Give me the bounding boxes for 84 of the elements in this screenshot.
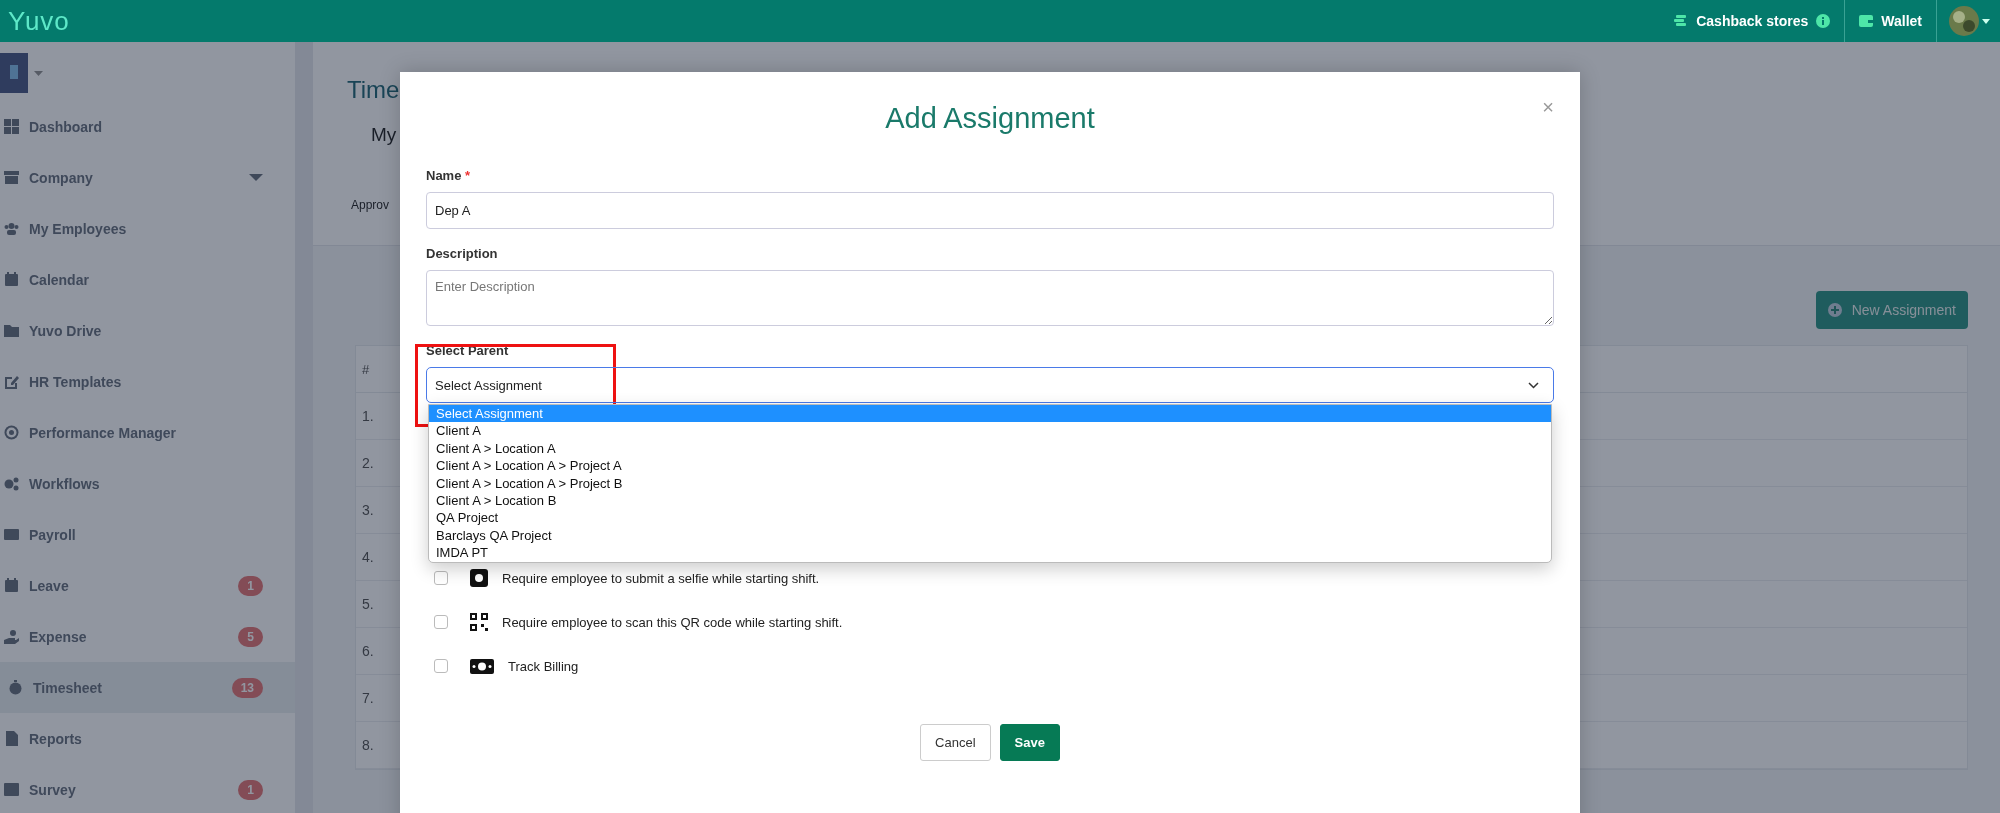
sidebar-item[interactable]: Leave 1: [0, 560, 295, 611]
avatar[interactable]: [1949, 6, 1979, 36]
caret-icon: [249, 174, 263, 181]
sidebar-item[interactable]: Company: [0, 152, 295, 203]
folder-icon: [4, 323, 19, 338]
parent-select[interactable]: Select Assignment: [426, 367, 1554, 403]
sidebar-item[interactable]: Payroll: [0, 509, 295, 560]
dropdown-option[interactable]: Client A > Location A > Project A: [429, 457, 1551, 475]
table-cell: 1.: [362, 408, 374, 424]
company-logo[interactable]: [0, 53, 28, 93]
wallet-icon: [1859, 15, 1874, 27]
target-icon: [4, 425, 19, 440]
sidebar-item[interactable]: Reports: [0, 713, 295, 764]
sidebar-item[interactable]: Timesheet 13: [0, 662, 295, 713]
nav-link[interactable]: Cashback stores: [1696, 13, 1809, 29]
dropdown-option[interactable]: Client A: [429, 422, 1551, 440]
hand-coin-icon: [4, 629, 19, 644]
sidebar-item[interactable]: Expense 5: [0, 611, 295, 662]
count-badge: 1: [238, 779, 263, 800]
qr-code-icon: [470, 613, 488, 631]
coins-icon: [1674, 14, 1689, 28]
stopwatch-icon: [8, 680, 23, 695]
dropdown-option[interactable]: Client A > Location A > Project B: [429, 474, 1551, 493]
people-icon: [4, 221, 19, 236]
camera-icon: [470, 569, 488, 587]
caret-icon[interactable]: [34, 70, 43, 76]
count-badge: 13: [231, 677, 263, 698]
card-icon: [4, 527, 19, 542]
save-button[interactable]: Save: [999, 724, 1060, 761]
count-badge: 1: [238, 575, 263, 596]
sidebar-item[interactable]: My Employees: [0, 203, 295, 254]
checkbox[interactable]: [434, 615, 448, 629]
tab[interactable]: My: [371, 124, 397, 146]
edit-icon: [4, 374, 19, 389]
modal-title: Add Assignment: [885, 101, 1095, 136]
description-field[interactable]: Enter Description: [426, 270, 1554, 326]
chevron-icon: [1528, 381, 1539, 389]
sidebar-item[interactable]: Survey 1: [0, 764, 295, 813]
caret-icon[interactable]: [1982, 18, 1990, 24]
calendar-icon: [4, 272, 19, 287]
field-label: Description: [426, 245, 499, 263]
checkbox-label: Require employee to submit a selfie while starting shift.: [502, 570, 820, 586]
page-title: Time: [347, 75, 400, 104]
dropdown-option[interactable]: Client A > Location B: [429, 492, 1551, 510]
table-cell: 2.: [362, 455, 374, 471]
archive-icon: [4, 170, 19, 185]
field-label: Select Parent: [426, 342, 510, 360]
dropdown-option[interactable]: IMDA PT: [429, 544, 1551, 562]
dropdown-option[interactable]: Barclays QA Project: [429, 526, 1551, 545]
nav-link[interactable]: Wallet: [1881, 13, 1922, 29]
cancel-button[interactable]: Cancel: [920, 724, 991, 761]
count-badge: 5: [238, 626, 263, 647]
banknote-icon: [470, 658, 494, 674]
table-cell: 3.: [362, 502, 374, 518]
grid-icon: [4, 119, 19, 134]
sidebar-item[interactable]: HR Templates: [0, 356, 295, 407]
dropdown-option[interactable]: Client A > Location A: [429, 439, 1551, 458]
checkbox[interactable]: [434, 659, 448, 673]
table-cell: 4.: [362, 549, 374, 565]
table-cell: 7.: [362, 690, 374, 706]
checkbox-label: Track Billing: [508, 658, 579, 674]
sidebar-item[interactable]: Workflows: [0, 458, 295, 509]
plus-icon: [1827, 303, 1842, 317]
tab[interactable]: Approv: [351, 198, 390, 212]
document-icon: [4, 731, 19, 746]
table-cell: 6.: [362, 643, 374, 659]
calendar-plus-icon: [4, 578, 19, 593]
new-assignment-button[interactable]: New Assignment: [1815, 291, 1968, 329]
checkbox-label: Require employee to scan this QR code while starting shift.: [502, 614, 843, 630]
column-header: #: [362, 361, 370, 377]
sidebar-item[interactable]: Yuvo Drive: [0, 305, 295, 356]
checkbox[interactable]: [434, 571, 448, 585]
sidebar-item[interactable]: Performance Manager: [0, 407, 295, 458]
dropdown-option[interactable]: QA Project: [429, 509, 1551, 527]
name-field[interactable]: Dep A: [426, 192, 1554, 229]
sidebar-item[interactable]: Dashboard: [0, 101, 295, 152]
info-icon[interactable]: [1816, 14, 1831, 28]
logo[interactable]: Yuvo: [8, 5, 70, 37]
field-label: Name *: [426, 167, 472, 185]
sidebar-item[interactable]: Calendar: [0, 254, 295, 305]
table-cell: 5.: [362, 596, 374, 612]
dropdown-option[interactable]: Select Assignment: [429, 405, 1551, 423]
close-button[interactable]: ×: [1542, 96, 1554, 119]
table-cell: 8.: [362, 737, 374, 753]
